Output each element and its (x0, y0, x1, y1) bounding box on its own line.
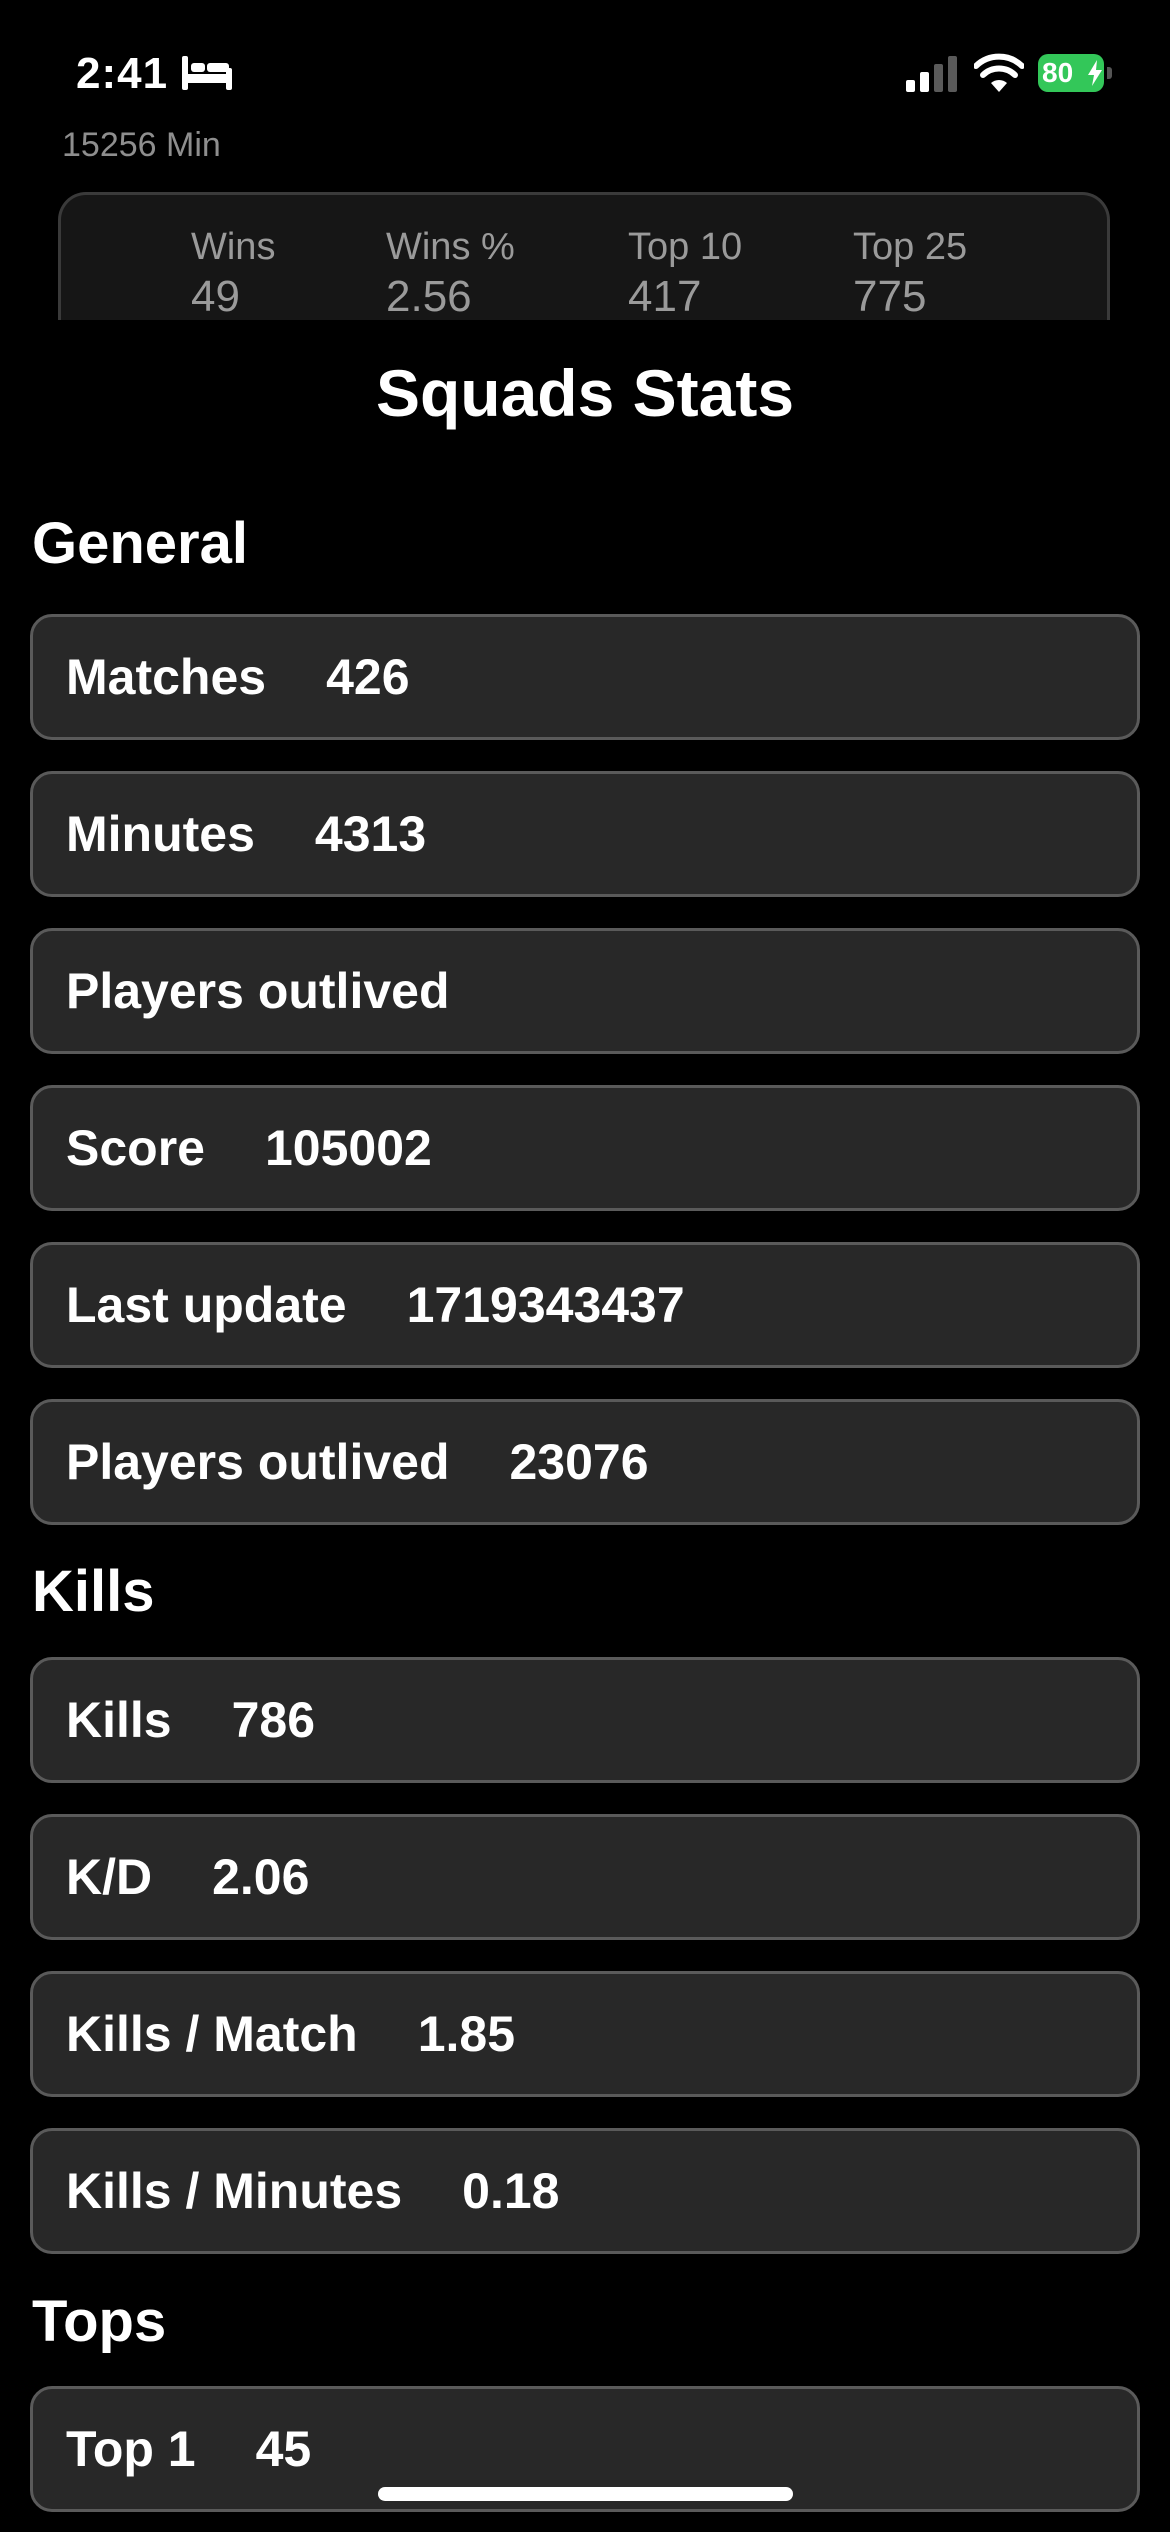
background-stat-wins-percent: Wins % 2.56 (386, 225, 515, 320)
stat-label: Kills (66, 1692, 172, 1748)
stat-label: Players outlived (66, 963, 450, 1019)
battery-level: 80 (1042, 57, 1074, 88)
stat-label: Top 1 (66, 2421, 196, 2477)
sheet-title: Squads Stats (375, 356, 795, 430)
stat-label: Kills / Match (66, 2006, 358, 2062)
wifi-icon (974, 53, 1024, 92)
stat-row-score: Score 105002 (30, 1085, 1140, 1211)
background-stat-wins: Wins 49 (191, 225, 275, 320)
stat-label: Kills / Minutes (66, 2163, 403, 2219)
stat-value: 4313 (314, 806, 427, 862)
background-stat-label: Top 25 (853, 226, 968, 268)
stat-row-kills-per-minutes: Kills / Minutes 0.18 (30, 2128, 1140, 2254)
battery-cap (1107, 67, 1112, 79)
stat-label: Matches (66, 649, 267, 705)
background-stat-label: Wins % (386, 226, 515, 268)
background-stat-top-25: Top 25 775 (853, 225, 967, 320)
background-stat-label: Wins (191, 226, 276, 268)
stat-row-matches: Matches 426 (30, 614, 1140, 740)
stat-value: 45 (255, 2421, 312, 2477)
home-indicator[interactable] (378, 2487, 793, 2501)
cellular-signal-icon (906, 56, 957, 92)
battery-charging-icon: 80 (1038, 54, 1112, 92)
status-time: 2:41 (76, 49, 169, 98)
stat-row-kd: K/D 2.06 (30, 1814, 1140, 1940)
background-stat-value: 417 (628, 272, 702, 320)
stat-value: 1719343437 (406, 1277, 685, 1333)
background-subtitle: 15256 Min (62, 126, 221, 160)
stat-row-kills-per-match: Kills / Match 1.85 (30, 1971, 1140, 2097)
stat-value: 0.18 (462, 2163, 560, 2219)
stat-row-kills: Kills 786 (30, 1657, 1140, 1783)
stat-label: Minutes (66, 806, 255, 862)
stat-value: 2.06 (212, 1849, 310, 1905)
stat-label: Players outlived (66, 1434, 450, 1490)
stat-value: 23076 (509, 1434, 649, 1490)
background-stat-value: 49 (191, 272, 240, 320)
stat-value: 1.85 (417, 2006, 516, 2062)
section-title-tops: Tops (32, 2289, 167, 2354)
stat-label: K/D (66, 1849, 153, 1905)
stat-value: 786 (231, 1692, 316, 1748)
stat-label: Score (66, 1120, 205, 1176)
squads-stats-sheet[interactable]: Squads Stats General Matches 426 Minutes… (0, 320, 1170, 2532)
background-stat-value: 2.56 (386, 272, 472, 320)
stat-row-minutes: Minutes 4313 (30, 771, 1140, 897)
section-title-kills: Kills (32, 1559, 155, 1624)
section-title-general: General (32, 511, 248, 576)
bolt-icon (1088, 60, 1102, 86)
stat-value: 105002 (264, 1120, 432, 1176)
bed-icon (182, 56, 232, 90)
stat-row-players-outlived-empty: Players outlived (30, 928, 1140, 1054)
stat-label: Last update (66, 1277, 347, 1333)
background-stat-value: 775 (853, 272, 927, 320)
status-bar: 2:41 80 (0, 0, 1170, 140)
stat-value: 426 (326, 649, 410, 705)
background-stat-label: Top 10 (628, 226, 743, 268)
background-stat-top-10: Top 10 417 (628, 225, 742, 320)
background-summary-card: Wins 49 Wins % 2.56 Top 10 417 Top 25 77… (58, 192, 1110, 320)
stat-row-players-outlived: Players outlived 23076 (30, 1399, 1140, 1525)
stat-row-last-update: Last update 1719343437 (30, 1242, 1140, 1368)
